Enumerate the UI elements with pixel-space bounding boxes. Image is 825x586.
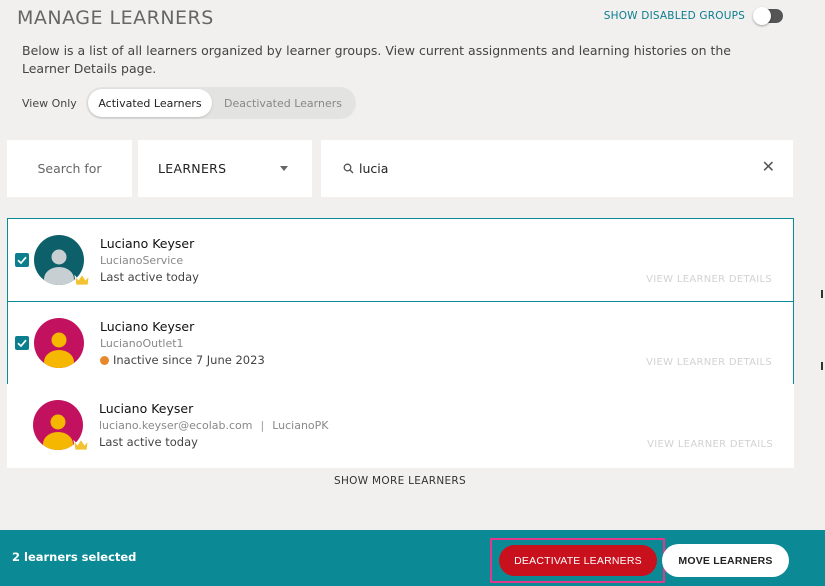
tab-activated-learners[interactable]: Activated Learners <box>88 89 212 117</box>
learner-status: Last active today <box>100 270 199 284</box>
learner-status-text: Inactive since 7 June 2023 <box>113 353 265 367</box>
deactivate-learners-button[interactable]: DEACTIVATE LEARNERS <box>499 545 657 576</box>
learner-status: Inactive since 7 June 2023 <box>100 353 265 367</box>
caret-down-icon <box>280 166 288 171</box>
username-separator: | <box>260 419 265 432</box>
learner-card[interactable]: Luciano Keyser LucianoService Last activ… <box>7 218 794 302</box>
crown-icon <box>74 271 90 290</box>
learner-status: Last active today <box>99 435 198 449</box>
search-query-text: lucia <box>359 161 389 176</box>
learner-name: Luciano Keyser <box>100 236 195 251</box>
show-disabled-groups-toggle[interactable]: SHOW DISABLED GROUPS <box>603 7 783 25</box>
learner-checkbox[interactable] <box>15 253 29 267</box>
page-title: MANAGE LEARNERS <box>17 7 214 29</box>
search-type-value: LEARNERS <box>158 161 227 176</box>
learner-username: luciano.keyser@ecolab.com | LucianoPK <box>99 419 329 432</box>
view-learner-details-link[interactable]: VIEW LEARNER DETAILS <box>646 274 772 285</box>
learner-status-text: Last active today <box>99 435 198 449</box>
checkmark-icon <box>17 339 27 348</box>
checkmark-icon <box>17 256 27 265</box>
inactive-status-dot <box>100 355 109 365</box>
learner-username: LucianoOutlet1 <box>100 337 184 350</box>
learner-name: Luciano Keyser <box>99 401 194 416</box>
search-for-label: Search for <box>7 140 132 197</box>
learner-card[interactable]: Luciano Keyser LucianoOutlet1 Inactive s… <box>7 301 794 385</box>
view-learner-details-link[interactable]: VIEW LEARNER DETAILS <box>646 357 772 368</box>
view-only-label: View Only <box>22 97 77 110</box>
edge-marker <box>821 290 823 298</box>
search-input[interactable]: lucia ✕ <box>321 140 793 197</box>
edge-marker <box>821 362 823 370</box>
learner-status-text: Last active today <box>100 270 199 284</box>
crown-icon <box>73 436 89 455</box>
learner-card[interactable]: Luciano Keyser luciano.keyser@ecolab.com… <box>7 384 794 468</box>
avatar <box>34 318 84 368</box>
selection-action-bar: 2 learners selected DEACTIVATE LEARNERS … <box>0 530 825 586</box>
selected-count: 2 learners selected <box>12 550 137 564</box>
tab-deactivated-learners[interactable]: Deactivated Learners <box>212 89 354 117</box>
search-type-dropdown[interactable]: LEARNERS <box>138 140 312 197</box>
learner-status-segmented-control: Activated Learners Deactivated Learners <box>86 87 356 119</box>
learner-email: luciano.keyser@ecolab.com <box>99 419 253 432</box>
close-icon[interactable]: ✕ <box>762 158 775 176</box>
toggle-switch[interactable] <box>753 7 783 25</box>
view-learner-details-link[interactable]: VIEW LEARNER DETAILS <box>647 439 773 450</box>
toggle-knob <box>753 7 771 25</box>
learner-username: LucianoService <box>100 254 184 267</box>
move-learners-button[interactable]: MOVE LEARNERS <box>662 544 789 577</box>
show-more-learners-button[interactable]: SHOW MORE LEARNERS <box>0 475 800 487</box>
page-description: Below is a list of all learners organize… <box>22 43 731 76</box>
learner-name: Luciano Keyser <box>100 319 195 334</box>
magnifier-icon <box>343 163 354 174</box>
learner-checkbox[interactable] <box>15 336 29 350</box>
learner-alt-username: LucianoPK <box>272 419 329 432</box>
show-disabled-groups-label: SHOW DISABLED GROUPS <box>603 10 745 22</box>
